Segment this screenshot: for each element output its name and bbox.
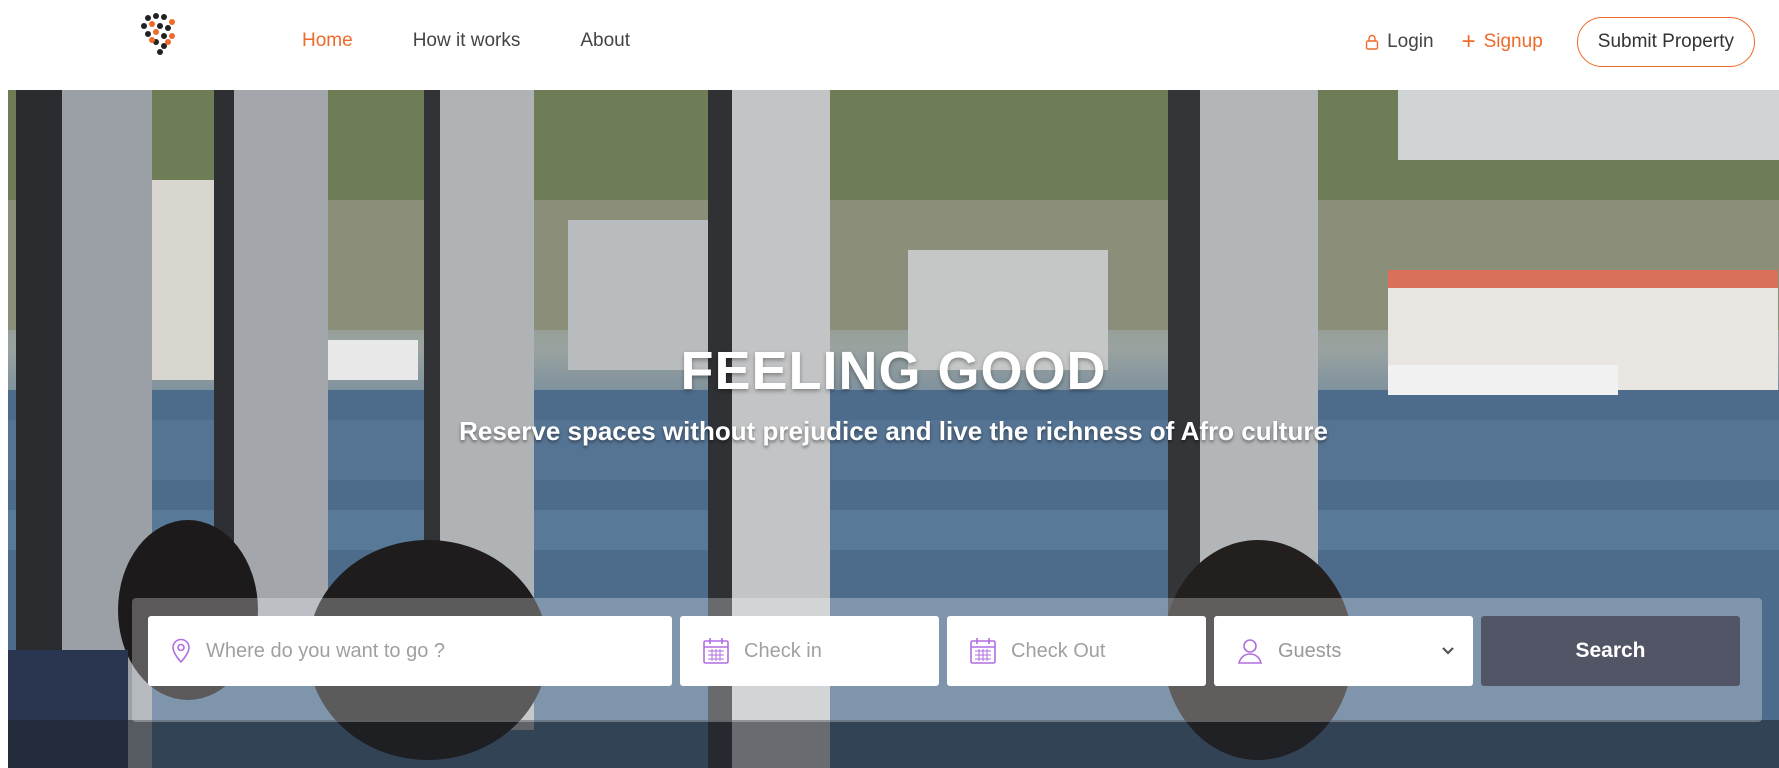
plus-icon: + <box>1461 28 1476 55</box>
hero-subtitle: Reserve spaces without prejudice and liv… <box>459 416 1328 446</box>
account-nav: Login + Signup Submit Property <box>1365 16 1755 68</box>
nav-item-about[interactable]: About <box>580 30 630 52</box>
calendar-icon <box>969 637 997 665</box>
guests-select-content: Guests <box>1236 637 1341 665</box>
lock-icon <box>1365 34 1379 50</box>
user-icon <box>1236 637 1264 665</box>
signup-link[interactable]: + Signup <box>1462 30 1543 54</box>
checkout-input[interactable] <box>1011 639 1206 663</box>
checkin-input[interactable] <box>744 639 939 663</box>
checkout-field[interactable] <box>947 616 1206 686</box>
nav-item-home[interactable]: Home <box>302 30 353 52</box>
submit-property-button[interactable]: Submit Property <box>1576 17 1755 67</box>
guests-select[interactable]: Guests <box>1214 616 1473 686</box>
header: Home How it works About Login + Signup S… <box>0 0 1779 90</box>
main-nav: Home How it works About <box>302 30 630 52</box>
hero-banner: FEELING GOOD Reserve spaces without prej… <box>8 90 1779 768</box>
destination-input[interactable] <box>206 639 672 663</box>
login-link[interactable]: Login <box>1365 31 1434 53</box>
search-panel: Guests Search <box>132 598 1762 722</box>
signup-label: Signup <box>1483 31 1543 52</box>
checkin-field[interactable] <box>680 616 939 686</box>
location-pin-icon <box>170 638 192 664</box>
guests-label: Guests <box>1278 639 1342 662</box>
nav-item-how-it-works[interactable]: How it works <box>413 30 521 52</box>
calendar-icon <box>702 637 730 665</box>
logo-icon[interactable] <box>134 8 186 60</box>
hero-title: FEELING GOOD <box>680 341 1107 401</box>
chevron-down-icon <box>1441 646 1455 656</box>
destination-field[interactable] <box>148 616 672 686</box>
login-label: Login <box>1387 31 1434 52</box>
search-button[interactable]: Search <box>1481 616 1740 686</box>
